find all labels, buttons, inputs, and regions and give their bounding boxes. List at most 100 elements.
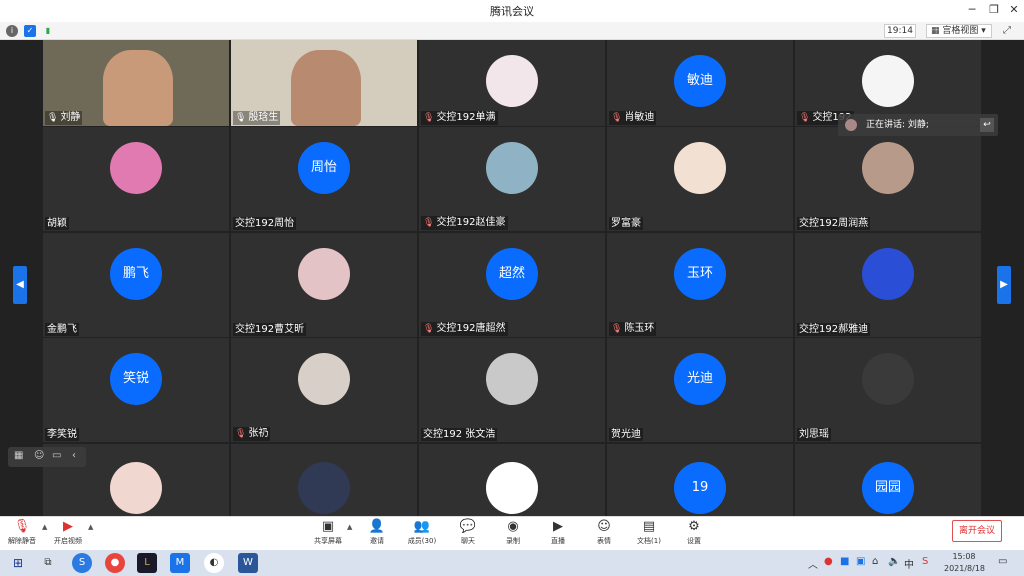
tencent-meeting-icon[interactable]: M (170, 553, 190, 573)
settings-button[interactable]: ⚙ 设置 (674, 519, 714, 549)
video-grid: 🎙 刘静 🎙 殷琀生 🎙 交控192单满 敏迪 🎙 肖敏迪 🎙 交控192 胡颖 周怡 交控192周怡 🎙 交… (0, 40, 1024, 516)
tray-shield-icon[interactable]: ■ (840, 556, 849, 567)
reactions-button[interactable]: ☺ 表情 (584, 519, 624, 549)
participant-tile[interactable]: 🎙 殷琀生 (231, 40, 417, 126)
participant-tile[interactable]: 交控192周润燕 (795, 127, 981, 231)
next-page-button[interactable]: ▶ (997, 266, 1011, 304)
sogou-browser-icon[interactable]: S (72, 553, 92, 573)
record-label: 录制 (506, 537, 520, 545)
record-button[interactable]: ◉ 录制 (493, 519, 533, 549)
unmute-button[interactable]: 🎙 解除静音 (2, 519, 42, 549)
volume-icon[interactable]: 🔈 (888, 556, 900, 567)
participant-name-text: 陈玉环 (624, 323, 655, 334)
layout-icon[interactable]: ▦ (14, 450, 23, 461)
participant-tile[interactable]: 敏迪 🎙 肖敏迪 (607, 40, 793, 126)
participant-tile[interactable]: 刘思瑶 (795, 338, 981, 442)
participant-tile[interactable]: 19 (607, 444, 793, 516)
mic-muted-icon: 🎙 (423, 113, 435, 123)
view-mode-select[interactable]: ▦ 宫格视图 ▾ (926, 24, 992, 38)
members-button[interactable]: 👥 成员(30) (402, 519, 442, 549)
participant-name-text: 交控192曹艾昕 (235, 324, 305, 335)
participant-avatar (486, 353, 538, 405)
chrome-icon[interactable]: ● (105, 553, 125, 573)
network-icon[interactable]: ⌂ (872, 556, 878, 567)
participant-tile[interactable] (419, 444, 605, 516)
fullscreen-icon[interactable]: ⤢ (1000, 24, 1014, 38)
shield-icon[interactable]: ✓ (24, 25, 36, 37)
participant-tile[interactable]: 🎙 交控192单满 (419, 40, 605, 126)
info-icon[interactable]: i (6, 25, 18, 37)
collapse-left-icon[interactable]: ‹ (72, 450, 76, 461)
window-title: 腾讯会议 (490, 5, 534, 18)
participant-tile[interactable]: 鹏飞 金鹏飞 (43, 233, 229, 337)
game-app-icon[interactable]: L (137, 553, 157, 573)
participant-name-text: 殷琀生 (248, 112, 279, 123)
emoji-icon[interactable]: ☺ (34, 450, 44, 461)
invite-label: 邀请 (370, 537, 384, 545)
participant-tile[interactable]: 🎙 张礽 (231, 338, 417, 442)
participant-avatar (110, 462, 162, 514)
system-clock[interactable]: 15:08 2021/8/18 (944, 551, 986, 575)
media-app-icon[interactable]: ◐ (204, 553, 224, 573)
close-button[interactable]: ✕ (1006, 2, 1022, 18)
participant-name: 🎙 殷琀生 (233, 111, 281, 125)
prev-page-button[interactable]: ◀ (13, 266, 27, 304)
maximize-button[interactable]: ❐ (986, 2, 1002, 18)
emoji-icon: ☺ (597, 519, 611, 534)
participant-tile[interactable]: 交控192曹艾昕 (231, 233, 417, 337)
participant-tile[interactable]: 周怡 交控192周怡 (231, 127, 417, 231)
ime-indicator[interactable]: 中 (904, 556, 914, 571)
participant-tile[interactable]: 🎙 刘静 (43, 40, 229, 126)
start-video-button[interactable]: ▶ 开启视频 (48, 519, 88, 549)
word-icon[interactable]: W (238, 553, 258, 573)
participant-name: 刘思瑶 (797, 428, 831, 441)
participant-tile[interactable]: 笑锐 李笑锐 (43, 338, 229, 442)
tray-meeting-icon[interactable]: ▣ (856, 556, 865, 567)
tray-expand-icon[interactable]: ︿ (808, 556, 818, 571)
chat-bubble-icon[interactable]: ▭ (52, 450, 61, 461)
windows-start-icon[interactable]: ⊞ (8, 553, 28, 573)
participant-tile[interactable]: 🎙 交控192赵佳豪 (419, 127, 605, 231)
mic-muted-icon: 🎙 (423, 218, 435, 228)
system-date: 2021/8/18 (944, 564, 986, 573)
participant-name: 🎙 交控192赵佳豪 (421, 216, 508, 230)
signal-icon[interactable]: ▮ (42, 25, 54, 37)
video-options-chevron-icon[interactable]: ▲ (88, 523, 93, 531)
mic-icon: 🎙 (47, 113, 59, 123)
participant-tile[interactable]: 玉环 🎙 陈玉环 (607, 233, 793, 337)
live-button[interactable]: ▶ 直播 (538, 519, 578, 549)
participant-tile[interactable]: 光迪 贺光迪 (607, 338, 793, 442)
participant-avatar (862, 353, 914, 405)
participant-tile[interactable]: 园园 (795, 444, 981, 516)
docs-button[interactable]: ▤ 文档(1) (629, 519, 669, 549)
sogou-ime-icon[interactable]: S (922, 556, 928, 567)
mic-icon: 🎙 (235, 113, 247, 123)
participant-avatar (298, 353, 350, 405)
notification-icon[interactable]: ▭ (998, 556, 1007, 567)
participant-tile[interactable]: 超然 🎙 交控192唐超然 (419, 233, 605, 337)
minimize-button[interactable]: ─ (964, 2, 980, 18)
participant-tile[interactable]: 交控192郝雅迪 (795, 233, 981, 337)
audio-options-chevron-icon[interactable]: ▲ (42, 523, 47, 531)
tray-app-icon[interactable]: ● (824, 556, 833, 567)
participant-tile[interactable] (231, 444, 417, 516)
participant-name: 交控192郝雅迪 (797, 323, 871, 336)
leave-meeting-button[interactable]: 离开会议 (952, 520, 1002, 542)
collapse-icon[interactable]: ↩ (980, 118, 994, 132)
participant-avatar: 鹏飞 (110, 248, 162, 300)
invite-button[interactable]: 👤 邀请 (357, 519, 397, 549)
task-view-icon[interactable]: ⧉ (38, 553, 58, 573)
participant-tile[interactable]: 罗富豪 (607, 127, 793, 231)
participant-avatar: 玉环 (674, 248, 726, 300)
participant-tile[interactable]: 交控192 张文浩 (419, 338, 605, 442)
participant-tile[interactable]: 胡颖 (43, 127, 229, 231)
mic-muted-icon: 🎙 (799, 113, 811, 123)
share-screen-button[interactable]: ▣ 共享屏幕 (308, 519, 348, 549)
participant-name-text: 交控192周润燕 (799, 218, 869, 229)
members-icon: 👥 (413, 519, 431, 534)
participant-avatar (486, 462, 538, 514)
chat-button[interactable]: 💬 聊天 (448, 519, 488, 549)
video-feed (103, 50, 173, 126)
participant-name-text: 张礽 (248, 428, 269, 439)
share-options-chevron-icon[interactable]: ▲ (347, 523, 352, 531)
